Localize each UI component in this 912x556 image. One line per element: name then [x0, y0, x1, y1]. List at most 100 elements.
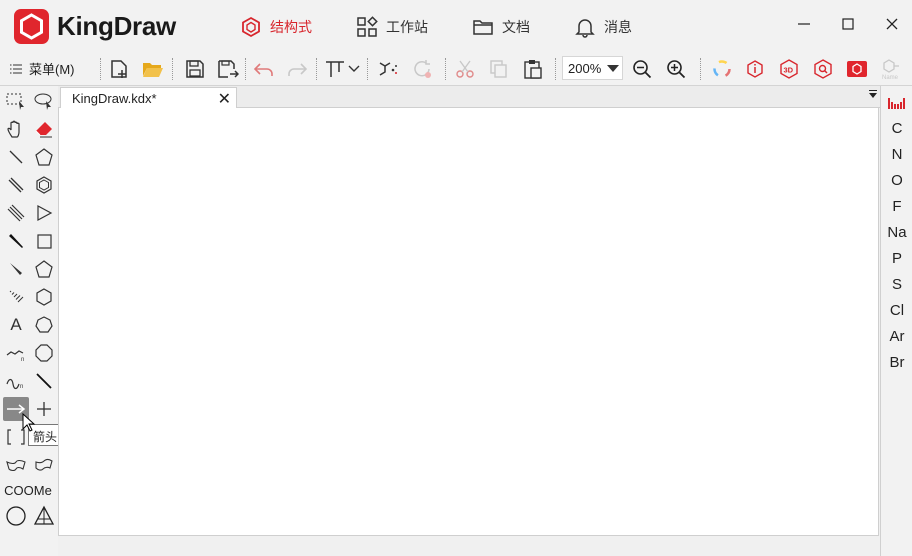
tab-workstation[interactable]: 工作站 — [356, 14, 428, 40]
element-button-o[interactable]: O — [881, 172, 912, 189]
chevron-down-icon — [348, 65, 360, 72]
svg-text:3D: 3D — [784, 66, 794, 75]
element-button-n[interactable]: N — [881, 146, 912, 163]
element-button-f[interactable]: F — [881, 198, 912, 215]
save-as-button[interactable] — [216, 57, 240, 81]
undo-button[interactable] — [252, 57, 276, 81]
element-button-c[interactable]: C — [881, 120, 912, 137]
paste-button[interactable] — [521, 57, 545, 81]
double-bond-tool[interactable] — [3, 173, 29, 197]
maximize-icon[interactable] — [838, 14, 858, 34]
chevron-down-icon — [607, 65, 619, 72]
separator — [172, 58, 173, 80]
zoom-in-button[interactable] — [664, 57, 688, 81]
tab-list-dropdown-icon[interactable] — [869, 93, 877, 98]
glassware-icon — [33, 505, 55, 525]
square-ring-tool[interactable] — [31, 229, 57, 253]
tab-list-bar — [869, 90, 877, 91]
pentagon-tool[interactable] — [31, 145, 57, 169]
rotate-button[interactable] — [410, 57, 434, 81]
element-button-ar[interactable]: Ar — [881, 328, 912, 345]
bold-wedge-tool[interactable] — [3, 257, 29, 281]
curve-tool[interactable]: n — [3, 369, 29, 393]
document-area: KingDraw.kdx* ✕ — [58, 86, 880, 536]
shape-tool[interactable] — [31, 453, 57, 477]
color-wheel-icon — [713, 60, 731, 78]
element-button-na[interactable]: Na — [881, 224, 912, 241]
pentagon-ring-tool[interactable] — [31, 257, 57, 281]
hand-tool[interactable] — [3, 117, 29, 141]
align-dropdown-button[interactable] — [322, 57, 362, 81]
hash-wedge-tool[interactable] — [3, 285, 29, 309]
3d-view-button[interactable]: 3D — [777, 57, 801, 81]
circle-tool[interactable] — [3, 504, 29, 528]
glassware-tool[interactable] — [31, 504, 57, 528]
tab-structure[interactable]: 结构式 — [240, 14, 312, 40]
new-file-button[interactable] — [107, 57, 131, 81]
clean-structure-button[interactable] — [376, 57, 400, 81]
bell-icon — [575, 19, 595, 38]
chain-tool[interactable]: n — [3, 341, 29, 365]
rect-select-tool[interactable] — [3, 89, 29, 113]
close-tab-icon[interactable]: ✕ — [218, 89, 231, 109]
separator — [445, 58, 446, 80]
close-window-icon[interactable] — [882, 14, 902, 34]
hexagon-ring-tool[interactable] — [31, 285, 57, 309]
zoom-out-icon — [633, 60, 652, 79]
element-button-s[interactable]: S — [881, 276, 912, 293]
tab-documents[interactable]: 文档 — [472, 14, 530, 40]
image-recognition-button[interactable] — [845, 57, 869, 81]
document-tab-title: KingDraw.kdx* — [72, 91, 157, 106]
element-button-cl[interactable]: Cl — [881, 302, 912, 319]
orbital-tool[interactable] — [3, 453, 29, 477]
heptagon-icon — [35, 316, 53, 333]
hash-wedge-icon — [9, 290, 24, 303]
document-tab[interactable]: KingDraw.kdx* ✕ — [60, 87, 237, 109]
save-button[interactable] — [183, 57, 207, 81]
line-tool[interactable] — [31, 369, 57, 393]
open-file-button[interactable] — [141, 57, 165, 81]
octagon-ring-tool[interactable] — [31, 341, 57, 365]
eraser-tool[interactable] — [31, 117, 57, 141]
single-bond-tool[interactable] — [3, 145, 29, 169]
separator — [555, 58, 556, 80]
tab-messages[interactable]: 消息 — [574, 14, 632, 40]
minimize-icon[interactable] — [794, 14, 814, 34]
separator — [100, 58, 101, 80]
copy-button[interactable] — [487, 57, 511, 81]
name-icon: Name — [882, 59, 899, 80]
periodic-table-icon[interactable] — [887, 96, 907, 110]
triangle-tool[interactable] — [31, 201, 57, 225]
functional-group-tool[interactable]: COOMe — [2, 478, 54, 502]
menu-list-icon — [10, 64, 22, 73]
name-button[interactable]: Name — [878, 57, 904, 81]
double-bond-icon — [8, 177, 24, 193]
zoom-out-button[interactable] — [630, 57, 654, 81]
color-button[interactable] — [710, 57, 734, 81]
redo-button[interactable] — [285, 57, 309, 81]
left-tool-palette: A n n COOMe — [0, 86, 58, 556]
element-button-br[interactable]: Br — [881, 354, 912, 371]
triple-bond-tool[interactable] — [3, 201, 29, 225]
lasso-icon — [34, 93, 52, 110]
triple-bond-icon — [7, 204, 25, 222]
menu-button[interactable]: 菜单(M) — [9, 59, 75, 78]
benzene-tool[interactable] — [31, 173, 57, 197]
tab-documents-label: 文档 — [502, 19, 530, 35]
wedge-bond-tool[interactable] — [3, 229, 29, 253]
search-structure-button[interactable] — [811, 57, 835, 81]
tab-messages-label: 消息 — [604, 19, 632, 35]
wedge-bond-icon — [9, 234, 23, 248]
undo-icon — [253, 63, 273, 76]
drawing-canvas[interactable] — [58, 108, 879, 536]
heptagon-ring-tool[interactable] — [31, 313, 57, 337]
zoom-select[interactable]: 200% — [562, 56, 623, 80]
zoom-in-icon — [667, 60, 686, 79]
lasso-select-tool[interactable] — [31, 89, 57, 113]
svg-text:Name: Name — [882, 75, 899, 80]
element-button-p[interactable]: P — [881, 250, 912, 267]
info-button[interactable] — [743, 57, 767, 81]
text-tool[interactable]: A — [3, 313, 29, 337]
cut-button[interactable] — [453, 57, 477, 81]
structure-icon — [242, 16, 260, 38]
